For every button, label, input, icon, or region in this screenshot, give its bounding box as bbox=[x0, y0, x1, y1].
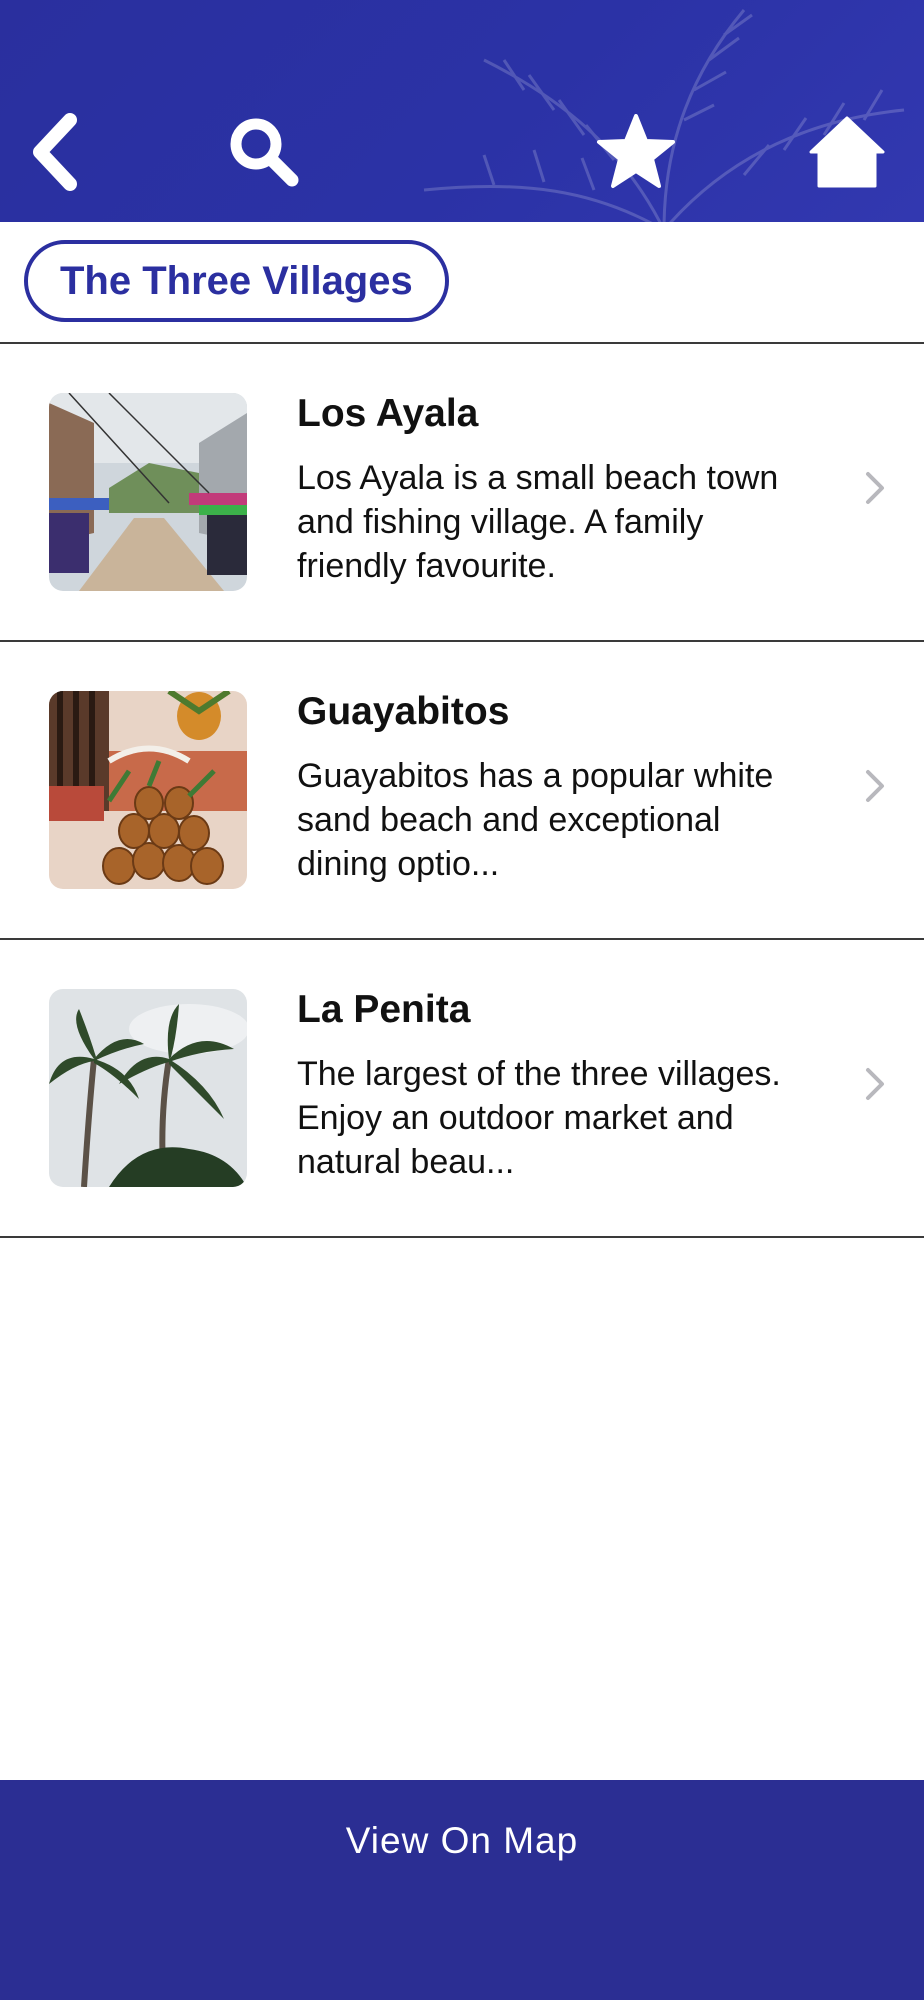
chevron-right-icon bbox=[866, 770, 884, 802]
village-description: Guayabitos has a popular white sand beac… bbox=[297, 757, 774, 883]
top-header bbox=[0, 0, 924, 222]
village-thumbnail bbox=[49, 691, 247, 889]
search-button[interactable] bbox=[222, 110, 306, 194]
list-item[interactable]: Guayabitos Guayabitos has a popular whit… bbox=[0, 642, 924, 940]
star-icon bbox=[597, 114, 675, 188]
view-on-map-button[interactable]: View On Map bbox=[0, 1780, 924, 2000]
list-item[interactable]: La Penita The largest of the three villa… bbox=[0, 940, 924, 1238]
favorites-button[interactable] bbox=[594, 110, 678, 194]
village-description: Los Ayala is a small beach town and fish… bbox=[297, 459, 779, 585]
section-title-bar: The Three Villages bbox=[0, 222, 924, 344]
village-name: La Penita bbox=[297, 988, 471, 1031]
page-title: The Three Villages bbox=[24, 240, 449, 322]
search-icon bbox=[230, 118, 299, 187]
back-icon bbox=[33, 113, 77, 191]
back-button[interactable] bbox=[14, 110, 98, 194]
village-name: Los Ayala bbox=[297, 392, 479, 435]
village-list: Los Ayala Los Ayala is a small beach tow… bbox=[0, 344, 924, 1238]
village-name: Guayabitos bbox=[297, 690, 510, 733]
view-on-map-label: View On Map bbox=[345, 1820, 579, 1861]
chevron-right-icon bbox=[866, 472, 884, 504]
chevron-right-icon bbox=[866, 1068, 884, 1100]
village-thumbnail bbox=[49, 989, 247, 1187]
list-item[interactable]: Los Ayala Los Ayala is a small beach tow… bbox=[0, 344, 924, 642]
village-description: The largest of the three villages. Enjoy… bbox=[297, 1055, 781, 1181]
home-icon bbox=[809, 116, 885, 188]
village-thumbnail bbox=[49, 393, 247, 591]
home-button[interactable] bbox=[805, 110, 889, 194]
